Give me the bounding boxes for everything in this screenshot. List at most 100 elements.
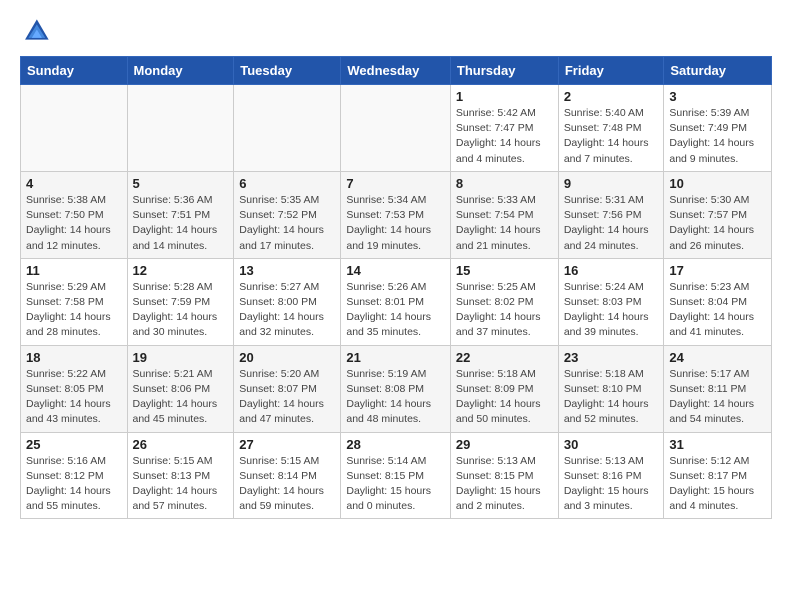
day-number: 26 (133, 437, 229, 452)
day-number: 29 (456, 437, 553, 452)
week-row-5: 25Sunrise: 5:16 AMSunset: 8:12 PMDayligh… (21, 432, 772, 519)
day-cell: 11Sunrise: 5:29 AMSunset: 7:58 PMDayligh… (21, 258, 128, 345)
day-number: 12 (133, 263, 229, 278)
day-cell: 2 Sunrise: 5:40 AMSunset: 7:48 PMDaylight… (558, 85, 664, 172)
day-detail: Sunrise: 5:13 AMSunset: 8:16 PMDaylight:… (564, 454, 659, 515)
day-cell: 5 Sunrise: 5:36 AMSunset: 7:51 PMDaylight… (127, 171, 234, 258)
day-cell: 25Sunrise: 5:16 AMSunset: 8:12 PMDayligh… (21, 432, 128, 519)
calendar-table: SundayMondayTuesdayWednesdayThursdayFrid… (20, 56, 772, 519)
day-detail: Sunrise: 5:13 AMSunset: 8:15 PMDaylight:… (456, 454, 553, 515)
logo-icon (20, 16, 52, 48)
day-detail: Sunrise: 5:38 AMSunset: 7:50 PMDaylight:… (26, 193, 122, 254)
day-detail: Sunrise: 5:30 AMSunset: 7:57 PMDaylight:… (669, 193, 766, 254)
day-number: 3 (669, 89, 766, 104)
day-detail: Sunrise: 5:22 AMSunset: 8:05 PMDaylight:… (26, 367, 122, 428)
day-cell: 22 Sunrise: 5:18 AMSunset: 8:09 PMDayligh… (450, 345, 558, 432)
day-cell: 4 Sunrise: 5:38 AMSunset: 7:50 PMDaylight… (21, 171, 128, 258)
day-cell: 14 Sunrise: 5:26 AMSunset: 8:01 PMDayligh… (341, 258, 451, 345)
day-number: 18 (26, 350, 122, 365)
day-detail: Sunrise: 5:19 AMSunset: 8:08 PMDaylight:… (346, 367, 445, 428)
day-number: 14 (346, 263, 445, 278)
weekday-header-row: SundayMondayTuesdayWednesdayThursdayFrid… (21, 57, 772, 85)
day-cell: 8 Sunrise: 5:33 AMSunset: 7:54 PMDaylight… (450, 171, 558, 258)
day-number: 30 (564, 437, 659, 452)
day-cell: 29 Sunrise: 5:13 AMSunset: 8:15 PMDayligh… (450, 432, 558, 519)
day-detail: Sunrise: 5:31 AMSunset: 7:56 PMDaylight:… (564, 193, 659, 254)
day-cell (127, 85, 234, 172)
day-number: 16 (564, 263, 659, 278)
day-cell: 16Sunrise: 5:24 AMSunset: 8:03 PMDayligh… (558, 258, 664, 345)
day-detail: Sunrise: 5:17 AMSunset: 8:11 PMDaylight:… (669, 367, 766, 428)
page: SundayMondayTuesdayWednesdayThursdayFrid… (0, 0, 792, 535)
day-number: 27 (239, 437, 335, 452)
day-detail: Sunrise: 5:42 AMSunset: 7:47 PMDaylight:… (456, 106, 553, 167)
day-detail: Sunrise: 5:33 AMSunset: 7:54 PMDaylight:… (456, 193, 553, 254)
day-number: 17 (669, 263, 766, 278)
day-detail: Sunrise: 5:36 AMSunset: 7:51 PMDaylight:… (133, 193, 229, 254)
day-number: 4 (26, 176, 122, 191)
day-detail: Sunrise: 5:28 AMSunset: 7:59 PMDaylight:… (133, 280, 229, 341)
day-cell: 12 Sunrise: 5:28 AMSunset: 7:59 PMDayligh… (127, 258, 234, 345)
day-detail: Sunrise: 5:16 AMSunset: 8:12 PMDaylight:… (26, 454, 122, 515)
logo (20, 16, 56, 48)
day-detail: Sunrise: 5:39 AMSunset: 7:49 PMDaylight:… (669, 106, 766, 167)
day-number: 22 (456, 350, 553, 365)
day-detail: Sunrise: 5:12 AMSunset: 8:17 PMDaylight:… (669, 454, 766, 515)
day-cell: 17 Sunrise: 5:23 AMSunset: 8:04 PMDayligh… (664, 258, 772, 345)
day-cell (21, 85, 128, 172)
day-detail: Sunrise: 5:18 AMSunset: 8:09 PMDaylight:… (456, 367, 553, 428)
day-cell: 30 Sunrise: 5:13 AMSunset: 8:16 PMDayligh… (558, 432, 664, 519)
day-cell: 19 Sunrise: 5:21 AMSunset: 8:06 PMDayligh… (127, 345, 234, 432)
day-detail: Sunrise: 5:15 AMSunset: 8:13 PMDaylight:… (133, 454, 229, 515)
day-cell: 31 Sunrise: 5:12 AMSunset: 8:17 PMDayligh… (664, 432, 772, 519)
day-detail: Sunrise: 5:14 AMSunset: 8:15 PMDaylight:… (346, 454, 445, 515)
day-number: 31 (669, 437, 766, 452)
day-detail: Sunrise: 5:40 AMSunset: 7:48 PMDaylight:… (564, 106, 659, 167)
day-detail: Sunrise: 5:18 AMSunset: 8:10 PMDaylight:… (564, 367, 659, 428)
day-cell: 20 Sunrise: 5:20 AMSunset: 8:07 PMDayligh… (234, 345, 341, 432)
day-detail: Sunrise: 5:23 AMSunset: 8:04 PMDaylight:… (669, 280, 766, 341)
day-number: 28 (346, 437, 445, 452)
day-detail: Sunrise: 5:27 AMSunset: 8:00 PMDaylight:… (239, 280, 335, 341)
day-number: 5 (133, 176, 229, 191)
day-number: 15 (456, 263, 553, 278)
weekday-header-tuesday: Tuesday (234, 57, 341, 85)
day-detail: Sunrise: 5:15 AMSunset: 8:14 PMDaylight:… (239, 454, 335, 515)
day-number: 7 (346, 176, 445, 191)
day-cell: 28 Sunrise: 5:14 AMSunset: 8:15 PMDayligh… (341, 432, 451, 519)
day-cell: 26 Sunrise: 5:15 AMSunset: 8:13 PMDayligh… (127, 432, 234, 519)
day-number: 20 (239, 350, 335, 365)
day-cell: 13Sunrise: 5:27 AMSunset: 8:00 PMDayligh… (234, 258, 341, 345)
day-number: 19 (133, 350, 229, 365)
day-cell: 24 Sunrise: 5:17 AMSunset: 8:11 PMDayligh… (664, 345, 772, 432)
day-number: 1 (456, 89, 553, 104)
day-cell (234, 85, 341, 172)
day-cell: 23 Sunrise: 5:18 AMSunset: 8:10 PMDayligh… (558, 345, 664, 432)
weekday-header-saturday: Saturday (664, 57, 772, 85)
weekday-header-wednesday: Wednesday (341, 57, 451, 85)
day-detail: Sunrise: 5:35 AMSunset: 7:52 PMDaylight:… (239, 193, 335, 254)
week-row-4: 18 Sunrise: 5:22 AMSunset: 8:05 PMDayligh… (21, 345, 772, 432)
day-detail: Sunrise: 5:26 AMSunset: 8:01 PMDaylight:… (346, 280, 445, 341)
day-number: 6 (239, 176, 335, 191)
day-cell: 15 Sunrise: 5:25 AMSunset: 8:02 PMDayligh… (450, 258, 558, 345)
day-number: 10 (669, 176, 766, 191)
day-cell: 27 Sunrise: 5:15 AMSunset: 8:14 PMDayligh… (234, 432, 341, 519)
day-detail: Sunrise: 5:21 AMSunset: 8:06 PMDaylight:… (133, 367, 229, 428)
day-detail: Sunrise: 5:34 AMSunset: 7:53 PMDaylight:… (346, 193, 445, 254)
day-number: 24 (669, 350, 766, 365)
day-number: 21 (346, 350, 445, 365)
day-cell: 7 Sunrise: 5:34 AMSunset: 7:53 PMDaylight… (341, 171, 451, 258)
day-detail: Sunrise: 5:25 AMSunset: 8:02 PMDaylight:… (456, 280, 553, 341)
day-number: 23 (564, 350, 659, 365)
weekday-header-thursday: Thursday (450, 57, 558, 85)
day-cell: 18 Sunrise: 5:22 AMSunset: 8:05 PMDayligh… (21, 345, 128, 432)
day-cell: 21 Sunrise: 5:19 AMSunset: 8:08 PMDayligh… (341, 345, 451, 432)
day-cell: 1 Sunrise: 5:42 AMSunset: 7:47 PMDaylight… (450, 85, 558, 172)
day-detail: Sunrise: 5:20 AMSunset: 8:07 PMDaylight:… (239, 367, 335, 428)
weekday-header-friday: Friday (558, 57, 664, 85)
day-cell: 6 Sunrise: 5:35 AMSunset: 7:52 PMDaylight… (234, 171, 341, 258)
week-row-3: 11Sunrise: 5:29 AMSunset: 7:58 PMDayligh… (21, 258, 772, 345)
day-number: 2 (564, 89, 659, 104)
day-number: 8 (456, 176, 553, 191)
